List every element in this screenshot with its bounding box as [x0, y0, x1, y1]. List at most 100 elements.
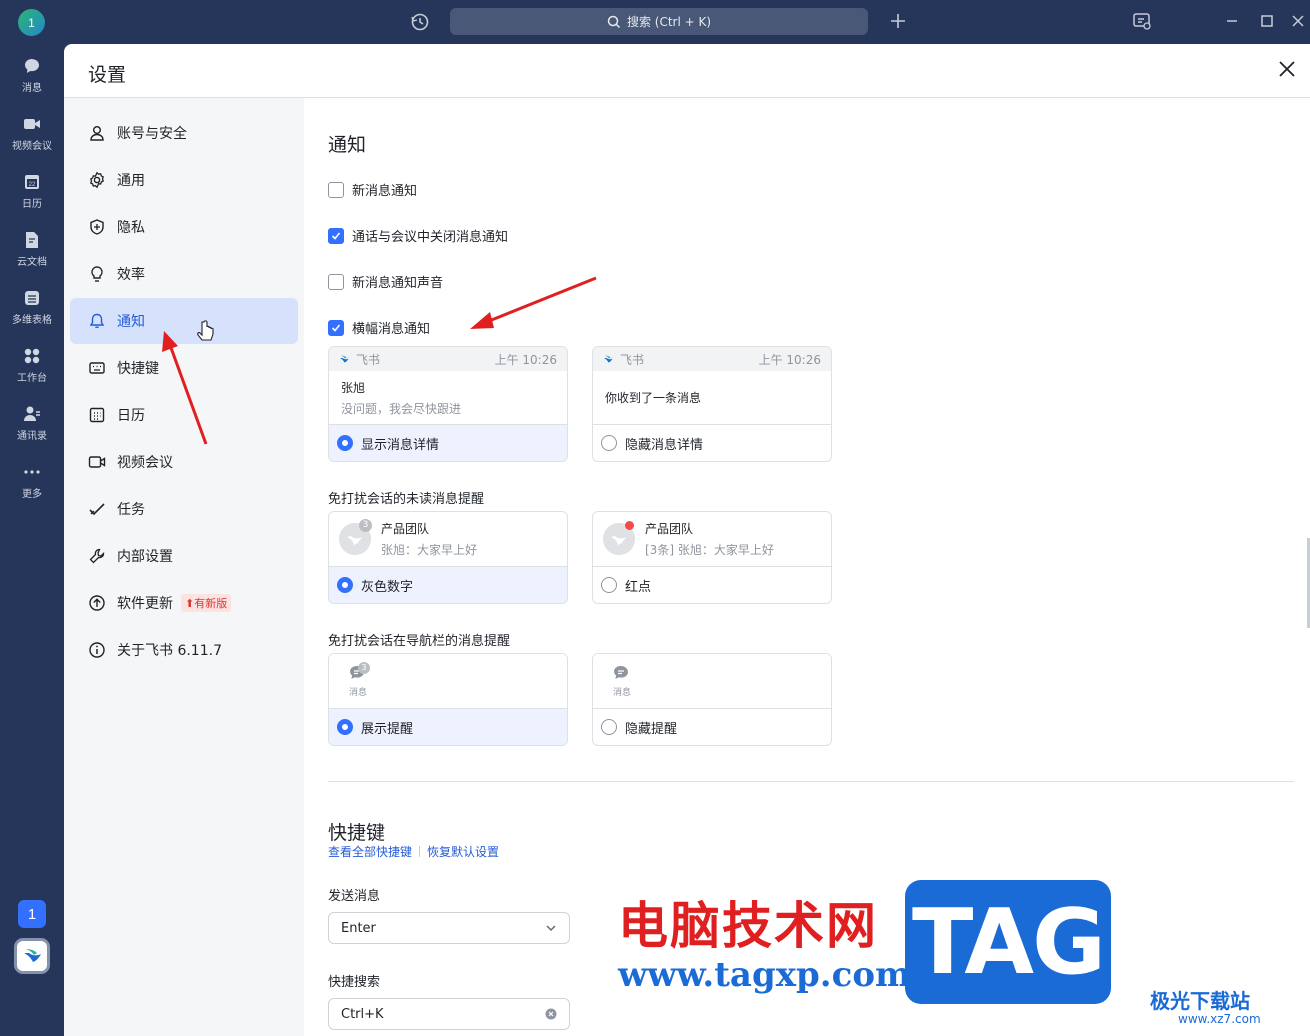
rail-item-workplace[interactable]: 工作台	[0, 342, 64, 394]
banner-preview-body: 你收到了一条消息	[593, 371, 831, 425]
dnd-nav-card-hide[interactable]: 消息 隐藏提醒	[592, 653, 832, 746]
nav-message-preview: 消息	[607, 664, 637, 704]
send-message-select[interactable]: Enter	[328, 912, 570, 944]
screen-share-icon[interactable]	[1132, 11, 1152, 31]
history-icon[interactable]	[409, 11, 431, 33]
nav-preview: 消息	[593, 654, 831, 709]
feishu-bird-icon	[24, 949, 41, 962]
settings-title: 设置	[88, 64, 127, 86]
radio-selected[interactable]	[337, 719, 353, 735]
radio-unselected[interactable]	[601, 577, 617, 593]
quick-search-input[interactable]: Ctrl+K	[328, 998, 570, 1030]
rail-item-contacts[interactable]: 通讯录	[0, 400, 64, 452]
section-divider	[328, 781, 1294, 782]
rail-item-calendar[interactable]: 22 日历	[0, 168, 64, 220]
keyboard-icon	[89, 362, 105, 374]
notification-section-title: 通知	[328, 134, 367, 156]
banner-preview-header: 飞书 上午 10:26	[329, 347, 567, 371]
feishu-logo-icon[interactable]	[14, 938, 50, 974]
banner-card-show[interactable]: 飞书 上午 10:26 张旭 没问题，我会尽快跟进 显示消息详情	[328, 346, 568, 462]
dnd-nav-card-show[interactable]: 3 消息 展示提醒	[328, 653, 568, 746]
upload-circle-icon	[89, 595, 105, 611]
maximize-icon[interactable]	[1257, 11, 1277, 31]
feishu-app-icon	[604, 355, 613, 362]
rail-item-messages[interactable]: 消息	[0, 52, 64, 104]
checkbox[interactable]	[328, 181, 344, 198]
sidebar-item-shortcuts[interactable]: 快捷键	[70, 345, 298, 391]
window-close-icon[interactable]	[1288, 11, 1308, 31]
shortcuts-section-title: 快捷键	[328, 822, 386, 844]
option-banner[interactable]: 横幅消息通知	[328, 318, 430, 337]
radio-show-detail[interactable]: 显示消息详情	[329, 425, 567, 461]
option-mute-in-call[interactable]: 通话与会议中关闭消息通知	[328, 226, 508, 245]
user-avatar[interactable]: 1	[18, 9, 45, 36]
feishu-app-icon	[340, 355, 349, 362]
radio-show-reminder[interactable]: 展示提醒	[329, 709, 567, 745]
message-bubble-icon	[614, 666, 628, 679]
rail-item-more[interactable]: 更多	[0, 458, 64, 510]
send-message-label: 发送消息	[328, 889, 381, 904]
rail-item-video[interactable]: 视频会议	[0, 110, 64, 162]
banner-card-hide[interactable]: 飞书 上午 10:26 你收到了一条消息 隐藏消息详情	[592, 346, 832, 462]
radio-selected[interactable]	[337, 435, 353, 451]
chat-icon	[25, 59, 39, 73]
radio-unselected[interactable]	[601, 719, 617, 735]
dnd-preview: 产品团队 [3条] 张旭：大家早上好	[593, 512, 831, 567]
sidebar-item-account[interactable]: 账号与安全	[70, 110, 298, 156]
dnd-preview: 3 产品团队 张旭：大家早上好	[329, 512, 567, 567]
sidebar-item-privacy[interactable]: 隐私	[70, 204, 298, 250]
sidebar-item-video-meeting[interactable]: 视频会议	[70, 439, 298, 485]
calendar-icon: 22	[25, 175, 39, 189]
sidebar-item-efficiency[interactable]: 效率	[70, 251, 298, 297]
video-icon	[24, 119, 40, 129]
dnd-unread-card-gray[interactable]: 3 产品团队 张旭：大家早上好 灰色数字	[328, 511, 568, 604]
sidebar-item-update[interactable]: 软件更新 ⬆有新版	[70, 580, 298, 626]
radio-hide-reminder[interactable]: 隐藏提醒	[593, 709, 831, 745]
rail-item-base[interactable]: 多维表格	[0, 284, 64, 336]
radio-selected[interactable]	[337, 577, 353, 593]
apps-icon	[24, 348, 40, 364]
sidebar-item-calendar[interactable]: 日历	[70, 392, 298, 438]
view-all-shortcuts-link[interactable]: 查看全部快捷键	[328, 843, 412, 860]
xz-logo-text: 极光下载站	[1150, 989, 1250, 1013]
more-icon	[24, 470, 40, 474]
checkbox-checked[interactable]	[328, 319, 344, 336]
red-dot-badge	[625, 521, 634, 530]
checkmark-icon	[89, 503, 105, 516]
plus-icon[interactable]	[888, 11, 908, 31]
dnd-unread-label: 免打扰会话的未读消息提醒	[328, 492, 485, 507]
option-new-message[interactable]: 新消息通知	[328, 180, 417, 199]
checkbox-checked[interactable]	[328, 227, 344, 244]
dnd-nav-label: 免打扰会话在导航栏的消息提醒	[328, 634, 511, 649]
radio-red-dot[interactable]: 红点	[593, 567, 831, 603]
sidebar-item-about[interactable]: 关于飞书 6.11.7	[70, 627, 298, 673]
svg-text:22: 22	[29, 182, 36, 188]
table-icon	[25, 291, 39, 305]
radio-gray-number[interactable]: 灰色数字	[329, 567, 567, 603]
info-icon	[89, 642, 105, 658]
checkbox[interactable]	[328, 273, 344, 290]
dnd-unread-card-red[interactable]: 产品团队 [3条] 张旭：大家早上好 红点	[592, 511, 832, 604]
minimize-icon[interactable]	[1222, 11, 1242, 31]
search-icon	[607, 15, 620, 28]
xz-url: www.xz7.com	[1178, 1012, 1261, 1026]
sidebar-item-general[interactable]: 通用	[70, 157, 298, 203]
global-search-input[interactable]: 搜索 (Ctrl + K)	[450, 8, 868, 35]
sidebar-item-internal[interactable]: 内部设置	[70, 533, 298, 579]
watermark-url: www.tagxp.com	[618, 955, 911, 995]
radio-hide-detail[interactable]: 隐藏消息详情	[593, 425, 831, 461]
search-placeholder: 搜索 (Ctrl + K)	[626, 15, 712, 29]
workspace-badge[interactable]: 1	[18, 900, 46, 928]
sidebar-item-notification[interactable]: 通知	[70, 298, 298, 344]
title-bar: 1 搜索 (Ctrl + K)	[0, 0, 1310, 44]
option-sound[interactable]: 新消息通知声音	[328, 272, 443, 291]
close-icon[interactable]	[1276, 58, 1298, 80]
nav-message-preview: 3 消息	[343, 662, 373, 704]
rail-item-docs[interactable]: 云文档	[0, 226, 64, 278]
restore-defaults-link[interactable]: 恢复默认设置	[427, 843, 499, 860]
sidebar-item-tasks[interactable]: 任务	[70, 486, 298, 532]
gray-count-badge: 3	[358, 662, 370, 674]
clear-icon[interactable]	[545, 1008, 557, 1020]
radio-unselected[interactable]	[601, 435, 617, 451]
watermark-cn-text: 电脑技术网	[618, 897, 878, 955]
